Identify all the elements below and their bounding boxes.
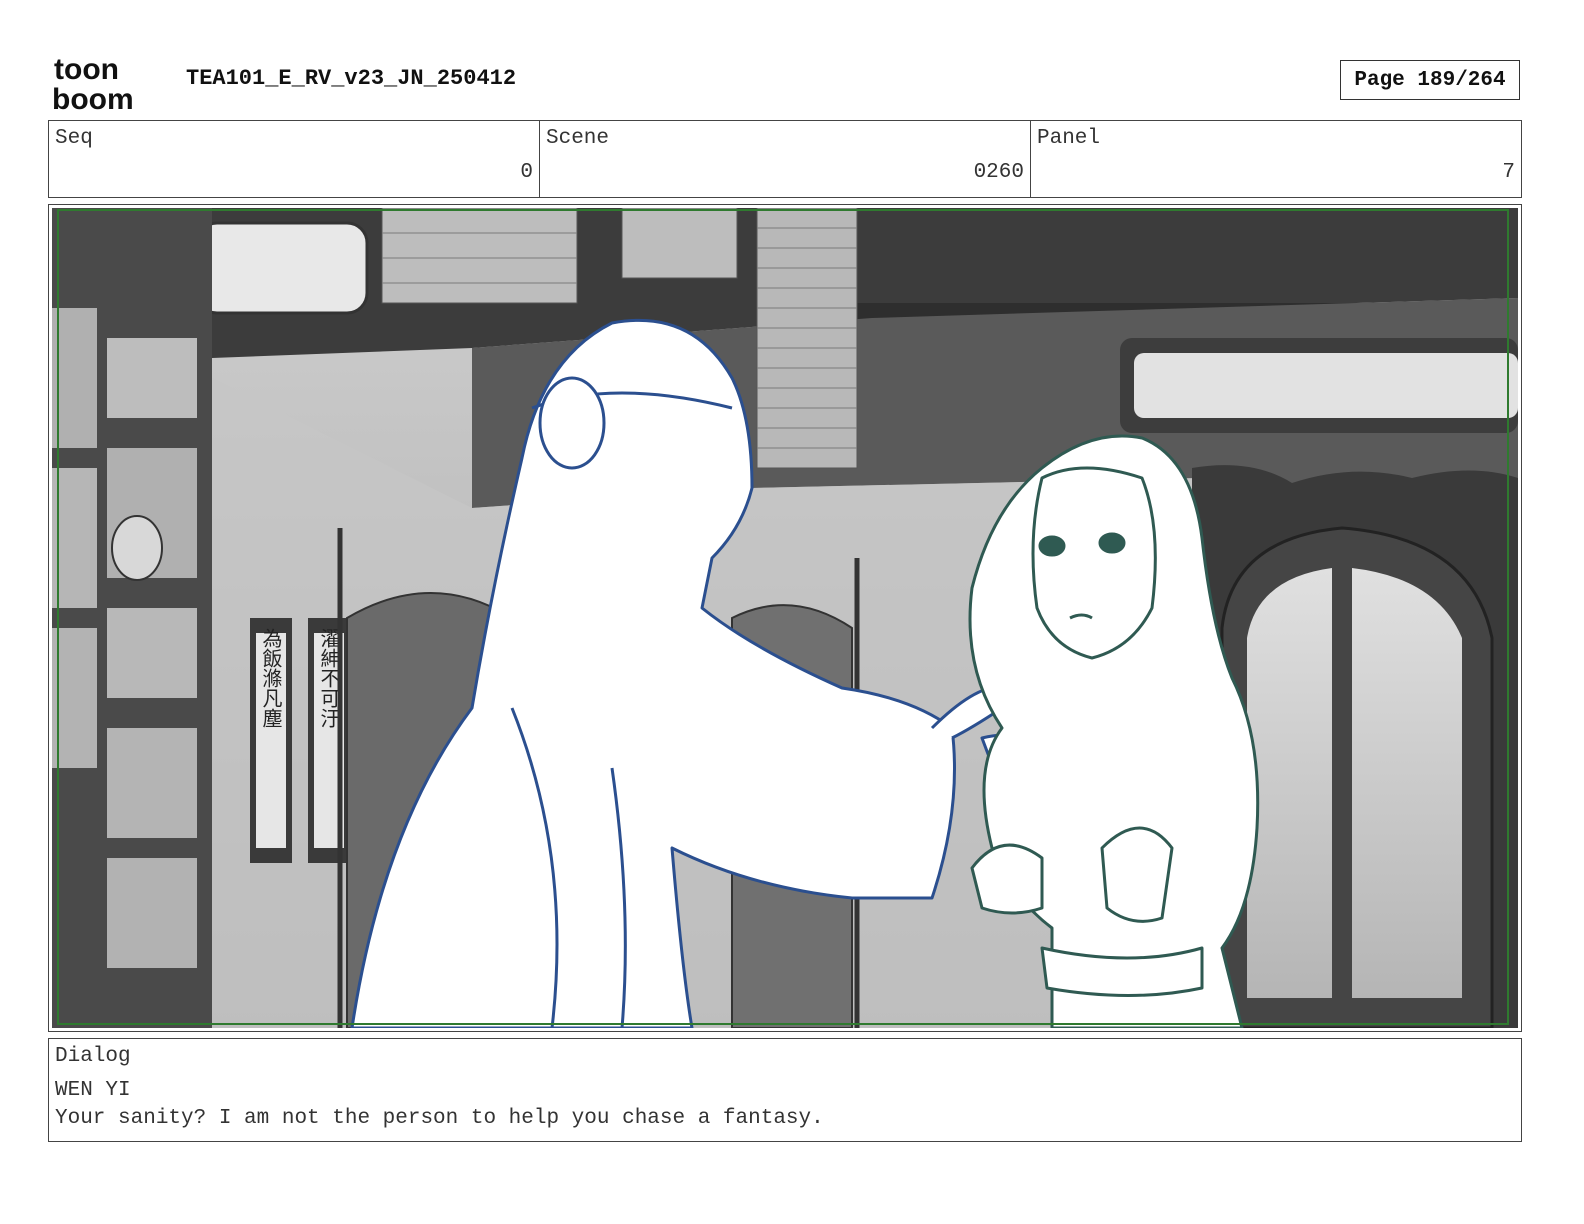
panel-label: Panel (1037, 127, 1101, 150)
dialog-label: Dialog (55, 1045, 131, 1068)
scroll-right-text: 濯紳不可汙 (317, 628, 341, 728)
seq-label: Seq (55, 127, 93, 150)
storyboard-panel-image: 為飯滌凡塵 濯紳不可汙 (52, 208, 1518, 1028)
hanging-scroll-left: 為飯滌凡塵 (250, 618, 292, 863)
wall-painting (195, 221, 369, 315)
scene-label: Scene (546, 127, 610, 150)
dialog-speaker: WEN YI (55, 1079, 131, 1102)
info-row: Seq 0 Scene 0260 Panel 7 (48, 120, 1522, 198)
door-right-window (1352, 568, 1462, 998)
scene-cell: Scene 0260 (540, 121, 1031, 197)
panel-value: 7 (1502, 161, 1515, 184)
document-title: TEA101_E_RV_v23_JN_250412 (186, 66, 517, 91)
seq-cell: Seq 0 (49, 121, 540, 197)
toon-boom-logo: toon boom (52, 53, 134, 112)
logo-top-text: toon (54, 53, 119, 86)
scene-value: 0260 (973, 161, 1024, 184)
dialog-line: Your sanity? I am not the person to help… (55, 1107, 824, 1130)
hanging-scroll-right: 濯紳不可汙 (308, 618, 350, 863)
scroll-left-text: 為飯滌凡塵 (259, 628, 283, 728)
left-shelving (52, 208, 212, 1028)
dialog-box: Dialog WEN YI Your sanity? I am not the … (48, 1038, 1522, 1142)
dragon-carving-inner (1134, 353, 1518, 418)
panel-cell: Panel 7 (1031, 121, 1521, 197)
logo-bottom-text: boom (52, 83, 134, 112)
door-left-window (1247, 568, 1332, 998)
page-indicator: Page 189/264 (1340, 60, 1520, 100)
seq-value: 0 (520, 161, 533, 184)
